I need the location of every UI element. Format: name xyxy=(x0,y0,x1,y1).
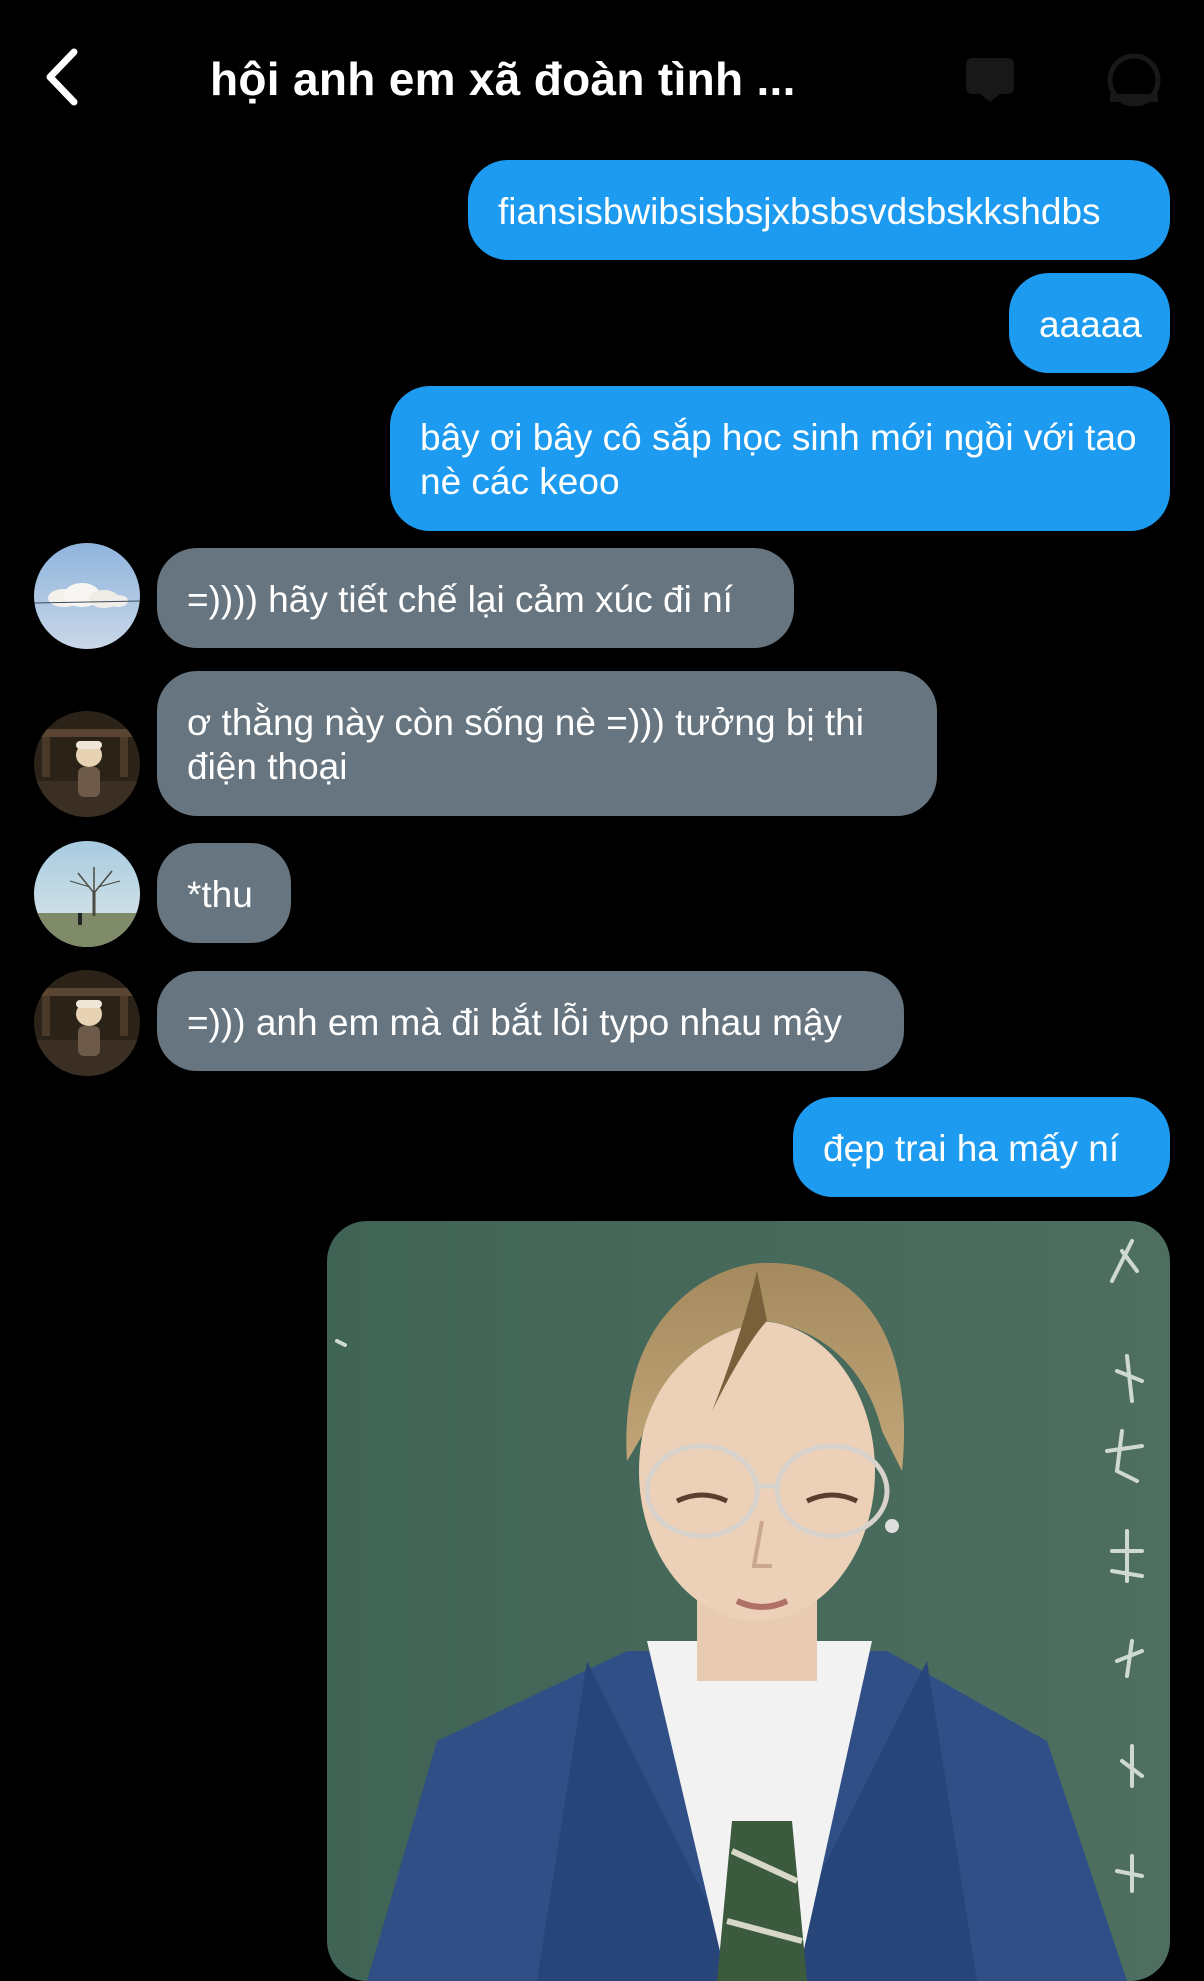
incoming-message-bubble[interactable]: =)))) hãy tiết chế lại cảm xúc đi ní xyxy=(157,548,794,648)
message-text: bây ơi bây cô sắp học sinh mới ngồi với … xyxy=(420,417,1137,502)
message-text: aaaaa xyxy=(1039,304,1142,345)
message-text: fiansisbwibsisbsjxbsbsvdsbskkshdbs xyxy=(498,191,1101,232)
avatar[interactable] xyxy=(34,543,140,649)
tree-landscape-avatar-image xyxy=(34,841,140,947)
outgoing-message-bubble[interactable]: bây ơi bây cô sắp học sinh mới ngồi với … xyxy=(390,386,1170,531)
avatar[interactable] xyxy=(34,841,140,947)
video-call-icon xyxy=(966,58,1014,102)
video-call-button[interactable] xyxy=(962,50,1030,115)
chat-header: hội anh em xã đoàn tình ... xyxy=(0,0,1204,150)
shared-photo-image xyxy=(327,1221,1170,1981)
sky-clouds-avatar-image xyxy=(34,543,140,649)
back-button[interactable] xyxy=(40,42,90,112)
conversation-title[interactable]: hội anh em xã đoàn tình ... xyxy=(210,52,796,106)
info-button[interactable] xyxy=(1104,50,1164,115)
chevron-left-icon xyxy=(46,48,78,106)
child-photo-avatar-image xyxy=(34,711,140,817)
message-text: ơ thằng này còn sống nè =))) tưởng bị th… xyxy=(187,702,864,787)
outgoing-message-bubble[interactable]: fiansisbwibsisbsjxbsbsvdsbskkshdbs xyxy=(468,160,1170,260)
avatar[interactable] xyxy=(34,970,140,1076)
info-icon xyxy=(1107,53,1161,107)
message-text: đẹp trai ha mấy ní xyxy=(823,1128,1120,1169)
incoming-message-bubble[interactable]: =))) anh em mà đi bắt lỗi typo nhau mậy xyxy=(157,971,904,1071)
incoming-message-bubble[interactable]: ơ thằng này còn sống nè =))) tưởng bị th… xyxy=(157,671,937,816)
message-text: =))) anh em mà đi bắt lỗi typo nhau mậy xyxy=(187,1002,843,1043)
outgoing-message-bubble[interactable]: aaaaa xyxy=(1009,273,1170,373)
child-photo-avatar-image xyxy=(34,970,140,1076)
message-text: *thu xyxy=(187,874,253,915)
incoming-message-bubble[interactable]: *thu xyxy=(157,843,291,943)
outgoing-message-bubble[interactable]: đẹp trai ha mấy ní xyxy=(793,1097,1170,1197)
photo-message[interactable] xyxy=(327,1221,1170,1981)
message-text: =)))) hãy tiết chế lại cảm xúc đi ní xyxy=(187,579,733,620)
avatar[interactable] xyxy=(34,711,140,817)
